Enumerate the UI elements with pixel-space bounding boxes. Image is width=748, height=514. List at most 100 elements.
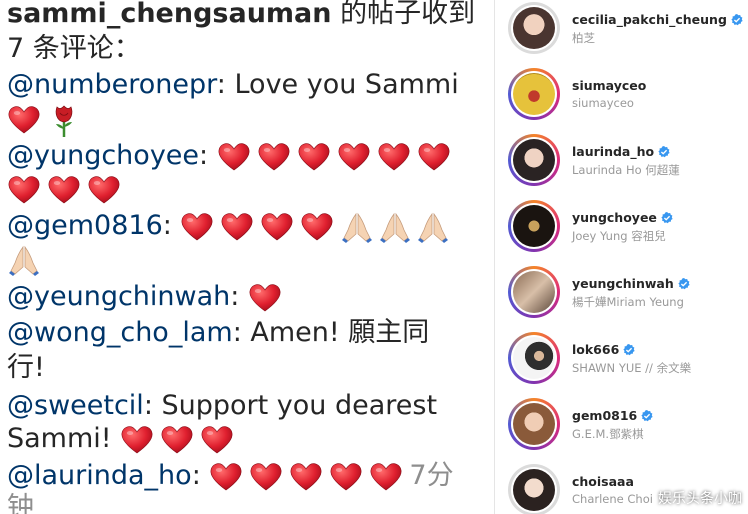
account-row[interactable]: cecilia_pakchi_cheung 柏芝 bbox=[496, 0, 748, 66]
comment-username[interactable]: @numberonepr bbox=[7, 69, 217, 100]
comment-2: @yungchoyee: bbox=[7, 138, 457, 174]
account-display-name: Charlene Choi bbox=[572, 492, 653, 506]
praying-hands-icon bbox=[378, 210, 412, 244]
comment-username[interactable]: @gem0816 bbox=[7, 210, 163, 241]
avatar[interactable] bbox=[508, 332, 560, 384]
verified-badge-icon bbox=[678, 278, 690, 290]
account-row[interactable]: siumayceo siumayceo bbox=[496, 66, 748, 132]
heart-icon bbox=[160, 423, 194, 457]
account-username[interactable]: cecilia_pakchi_cheung bbox=[572, 12, 727, 27]
heart-icon bbox=[249, 460, 283, 494]
comment-text: : Support you dearest bbox=[143, 390, 438, 421]
account-row[interactable]: yeungchinwah 楊千嬅Miriam Yeung bbox=[496, 264, 748, 330]
account-row[interactable]: lok666 SHAWN YUE // 余文樂 bbox=[496, 330, 748, 396]
account-row[interactable]: yungchoyee Joey Yung 容祖兒 bbox=[496, 198, 748, 264]
heart-icon bbox=[417, 140, 451, 174]
comment-3-emoji-line bbox=[7, 241, 45, 277]
comment-text-continued: Sammi! bbox=[7, 423, 112, 454]
comment-5: @wong_cho_lam: Amen! 願主同 bbox=[7, 315, 429, 351]
comment-text: : bbox=[199, 140, 209, 171]
heart-icon bbox=[300, 210, 334, 244]
heart-icon bbox=[7, 173, 41, 207]
account-username[interactable]: gem0816 bbox=[572, 408, 637, 423]
praying-hands-icon bbox=[416, 210, 450, 244]
account-username[interactable]: lok666 bbox=[572, 342, 619, 357]
account-row[interactable]: laurinda_ho Laurinda Ho 何超蓮 bbox=[496, 132, 748, 198]
account-display-name: Laurinda Ho 何超蓮 bbox=[572, 163, 680, 177]
comment-username[interactable]: @yeungchinwah bbox=[7, 281, 230, 312]
comment-4: @yeungchinwah: bbox=[7, 279, 288, 315]
comment-text: : bbox=[191, 460, 201, 491]
heart-icon bbox=[7, 103, 41, 137]
heart-icon bbox=[248, 281, 282, 315]
account-username[interactable]: laurinda_ho bbox=[572, 144, 654, 159]
heart-icon bbox=[209, 460, 243, 494]
heart-icon bbox=[257, 140, 291, 174]
avatar[interactable] bbox=[508, 134, 560, 186]
account-display-name: 楊千嬅Miriam Yeung bbox=[572, 295, 684, 309]
comment-1: @numberonepr: Love you Sammi bbox=[7, 67, 459, 103]
comment-6: @sweetcil: Support you dearest bbox=[7, 388, 437, 424]
account-username[interactable]: choisaaa bbox=[572, 474, 634, 489]
heart-icon bbox=[120, 423, 154, 457]
avatar[interactable] bbox=[508, 464, 560, 514]
heart-icon bbox=[369, 460, 403, 494]
comment-timestamp: 7分 bbox=[409, 460, 454, 491]
rose-icon bbox=[47, 103, 81, 137]
heart-icon bbox=[220, 210, 254, 244]
praying-hands-icon bbox=[7, 243, 41, 277]
account-username[interactable]: siumayceo bbox=[572, 78, 646, 93]
heart-icon bbox=[377, 140, 411, 174]
comment-6-line2: Sammi! bbox=[7, 421, 240, 457]
comment-username[interactable]: @yungchoyee bbox=[7, 140, 199, 171]
comment-7: @laurinda_ho: 7分 bbox=[7, 458, 454, 494]
comment-2-emoji-line bbox=[7, 171, 127, 207]
account-username[interactable]: yeungchinwah bbox=[572, 276, 674, 291]
heart-icon bbox=[47, 173, 81, 207]
account-display-name: G.E.M.鄧紫棋 bbox=[572, 427, 644, 441]
verified-badge-icon bbox=[661, 212, 673, 224]
avatar[interactable] bbox=[508, 200, 560, 252]
account-display-name: Joey Yung 容祖兒 bbox=[572, 229, 666, 243]
avatar[interactable] bbox=[508, 266, 560, 318]
comment-text: : bbox=[162, 210, 172, 241]
comment-timestamp-line2: 钟 bbox=[7, 492, 34, 514]
comment-text: : Love you Sammi bbox=[216, 69, 459, 100]
comment-text: : Amen! 願主同 bbox=[232, 317, 430, 348]
heart-icon bbox=[329, 460, 363, 494]
account-display-name: SHAWN YUE // 余文樂 bbox=[572, 361, 692, 375]
praying-hands-icon bbox=[340, 210, 374, 244]
account-display-name: siumayceo bbox=[572, 96, 634, 110]
account-username[interactable]: yungchoyee bbox=[572, 210, 657, 225]
notification-header-line2: 7 条评论： bbox=[7, 33, 141, 64]
account-list[interactable]: cecilia_pakchi_cheung 柏芝 siumayceo siuma… bbox=[496, 0, 748, 514]
avatar[interactable] bbox=[508, 68, 560, 120]
panel-divider bbox=[494, 0, 495, 514]
account-display-name: 柏芝 bbox=[572, 31, 595, 45]
comment-1-emoji-line bbox=[7, 101, 85, 137]
watermark-text: 娱乐头条小咖 bbox=[658, 491, 742, 507]
notification-header: sammi_chengsauman 的帖子收到 bbox=[7, 0, 475, 32]
comment-notification: sammi_chengsauman 的帖子收到 7 条评论： @numberon… bbox=[0, 0, 492, 514]
heart-icon bbox=[217, 140, 251, 174]
heart-icon bbox=[87, 173, 121, 207]
avatar[interactable] bbox=[508, 2, 560, 54]
account-row[interactable]: gem0816 G.E.M.鄧紫棋 bbox=[496, 396, 748, 462]
heart-icon bbox=[289, 460, 323, 494]
heart-icon bbox=[180, 210, 214, 244]
heart-icon bbox=[297, 140, 331, 174]
post-owner-username[interactable]: sammi_chengsauman bbox=[7, 0, 332, 29]
comment-username[interactable]: @laurinda_ho bbox=[7, 460, 192, 491]
avatar[interactable] bbox=[508, 398, 560, 450]
header-suffix: 的帖子收到 bbox=[331, 0, 476, 29]
comment-username[interactable]: @wong_cho_lam bbox=[7, 317, 233, 348]
verified-badge-icon bbox=[641, 410, 653, 422]
comment-3: @gem0816: bbox=[7, 208, 454, 244]
verified-badge-icon bbox=[731, 14, 743, 26]
heart-icon bbox=[260, 210, 294, 244]
heart-icon bbox=[337, 140, 371, 174]
verified-badge-icon bbox=[623, 344, 635, 356]
comment-text: : bbox=[230, 281, 240, 312]
comment-username[interactable]: @sweetcil bbox=[7, 390, 144, 421]
comment-5-line2: 行! bbox=[7, 352, 45, 383]
